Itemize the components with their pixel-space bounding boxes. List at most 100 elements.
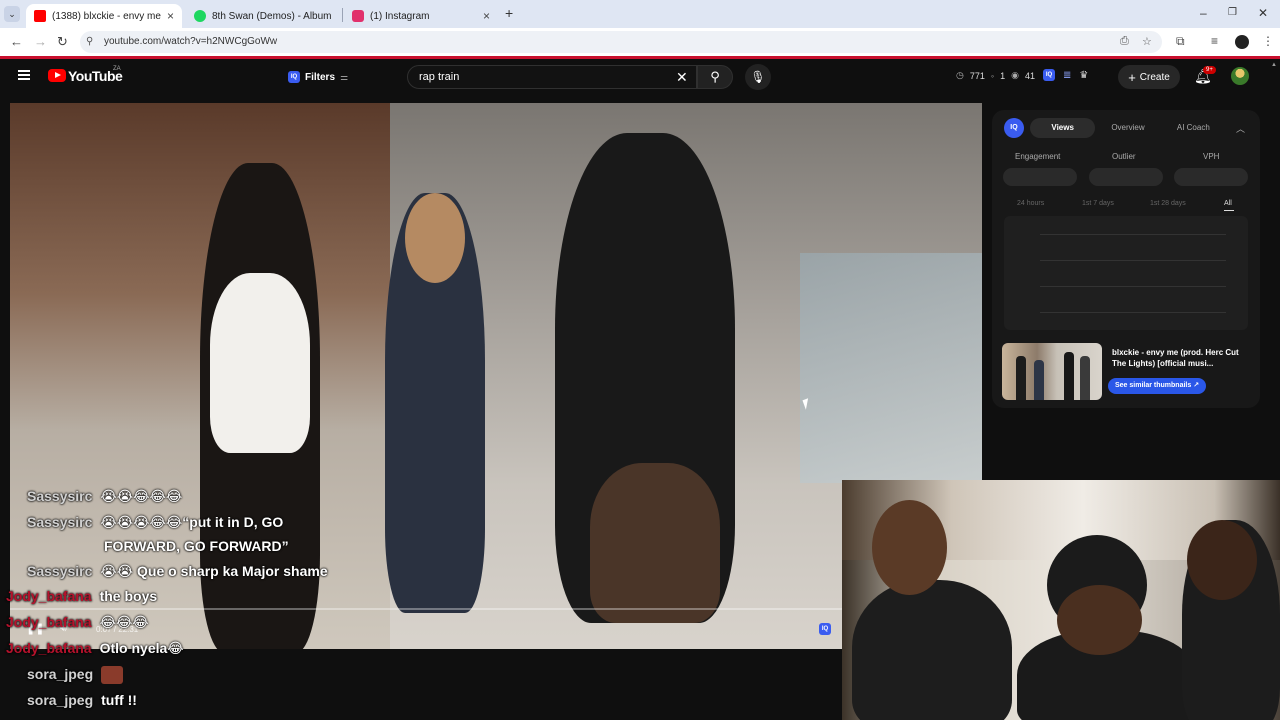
reload-icon[interactable]: ↻	[57, 34, 68, 50]
youtube-favicon-icon	[34, 10, 46, 22]
chat-sticker-emote	[101, 666, 124, 684]
create-button[interactable]: + Create	[1118, 65, 1180, 89]
range-all[interactable]: All	[1224, 200, 1232, 207]
chat-text: 😂😂😂	[99, 614, 149, 630]
notification-count-badge: 9+	[1203, 66, 1216, 74]
new-tab-button[interactable]: +	[505, 5, 513, 21]
metric-label-outlier: Outlier	[1112, 152, 1136, 161]
close-window-icon[interactable]: ✕	[1258, 6, 1268, 20]
thumbnail-person	[1016, 356, 1026, 400]
chat-username: Jody_bafana	[6, 614, 92, 630]
chat-text: FORWARD, GO FORWARD”	[104, 538, 289, 554]
clock-icon: ◷	[956, 70, 964, 80]
chat-message: Jody_bafana 😂😂😂	[6, 614, 149, 631]
iq-extension-icon[interactable]: IQ	[1043, 69, 1055, 81]
instagram-favicon-icon	[352, 10, 364, 22]
chat-text: 😭😭😂😂😂	[100, 488, 183, 504]
video-progress-bar[interactable]	[10, 608, 842, 610]
browser-tab-instagram[interactable]: (1) Instagram ×	[344, 4, 498, 28]
chat-username: Sassysirc	[27, 514, 93, 530]
metric-label-vph: VPH	[1203, 152, 1220, 161]
tab-search-icon[interactable]: ⌄	[4, 6, 20, 22]
trophy-icon[interactable]: ♛	[1079, 70, 1088, 81]
extension-icons: IQ ≣ ♛	[1043, 69, 1088, 81]
collapse-chevron-icon[interactable]: ︿	[1236, 122, 1245, 135]
thumbnail-person	[1064, 352, 1074, 400]
tab-overview[interactable]: Overview	[1095, 118, 1160, 138]
chat-message: sora_jpeg tuff !!	[27, 692, 137, 708]
create-label: Create	[1139, 71, 1170, 83]
site-info-icon[interactable]: ⚲	[86, 36, 93, 47]
url-text: youtube.com/watch?v=h2NWCgGoWw	[104, 36, 278, 47]
page-background	[0, 649, 842, 720]
chat-username: Sassysirc	[27, 488, 93, 504]
country-code: ZA	[113, 66, 121, 72]
tab-separator	[342, 8, 343, 22]
iq-player-icon[interactable]: IQ	[819, 623, 831, 635]
maximize-icon[interactable]: ❐	[1228, 7, 1237, 18]
filters-label: Filters	[305, 71, 336, 83]
profile-avatar-icon[interactable]	[1235, 35, 1249, 49]
iq-tabs: Views Overview AI Coach	[1030, 118, 1226, 138]
metric-label-engagement: Engagement	[1015, 152, 1061, 161]
chat-message: Sassysirc 😭😭😭😂😂“put it in D, GO	[27, 514, 283, 531]
forward-icon[interactable]: →	[34, 34, 47, 49]
thumbnail-video-title[interactable]: blxckie - envy me (prod. Herc Cut The Li…	[1112, 347, 1250, 369]
chat-text: Otlo nyela😂	[99, 640, 184, 656]
metric-outlier-value	[1089, 168, 1163, 186]
chart-gridline	[1040, 234, 1226, 235]
tab-title: 8th Swan (Demos) - Album by	[212, 10, 332, 22]
extensions-icon[interactable]: ⧉	[1176, 34, 1185, 49]
iq-logo-icon: IQ	[1004, 118, 1024, 138]
webcam-person-head	[872, 500, 947, 595]
spotify-favicon-icon	[194, 10, 206, 22]
filters-button[interactable]: IQ Filters ⚌	[288, 67, 348, 87]
range-24-hours[interactable]: 24 hours	[1017, 200, 1044, 207]
media-controls-icon[interactable]: ≡	[1211, 34, 1218, 48]
range-first-28-days[interactable]: 1st 28 days	[1150, 200, 1186, 207]
list-icon[interactable]: ≣	[1063, 70, 1071, 81]
chrome-menu-icon[interactable]: ⋮	[1262, 34, 1274, 48]
search-query: rap train	[419, 71, 460, 83]
chat-username: Jody_bafana	[6, 588, 92, 604]
chat-username: Jody_bafana	[6, 640, 92, 656]
scroll-up-arrow-icon[interactable]: ▲	[1271, 62, 1277, 68]
search-input[interactable]: rap train ✕	[407, 65, 697, 89]
video-thumbnail[interactable]	[1002, 343, 1102, 400]
bookmark-star-icon[interactable]: ☆	[1142, 35, 1152, 48]
close-tab-icon[interactable]: ×	[167, 9, 174, 23]
back-icon[interactable]: ←	[10, 34, 23, 49]
chat-message: sora_jpeg	[27, 666, 124, 684]
tab-views[interactable]: Views	[1030, 118, 1096, 138]
see-similar-thumbnails-button[interactable]: See similar thumbnails ↗	[1108, 378, 1207, 394]
tab-ai-coach[interactable]: AI Coach	[1161, 118, 1226, 138]
close-tab-icon[interactable]: ×	[483, 9, 490, 23]
browser-tab-spotify[interactable]: 8th Swan (Demos) - Album by	[186, 4, 340, 28]
metric-engagement-value	[1003, 168, 1077, 186]
webcam-person-head	[1187, 520, 1257, 600]
voice-search-button[interactable]: 🎙	[745, 64, 771, 90]
minimize-icon[interactable]: –	[1200, 6, 1207, 20]
youtube-masthead: YouTube ZA IQ Filters ⚌ rap train ✕ ⚲ 🎙 …	[0, 59, 1280, 95]
chart-gridline	[1040, 312, 1226, 313]
account-avatar[interactable]	[1231, 67, 1249, 85]
thumbnail-person	[1034, 360, 1044, 400]
comment-icon: ◦	[990, 70, 995, 81]
chat-message: Sassysirc 😭😭😂😂😂	[27, 488, 182, 505]
tab-title: (1388) blxckie - envy me (prod	[52, 10, 161, 22]
clear-search-icon[interactable]: ✕	[676, 69, 688, 86]
search-button[interactable]: ⚲	[697, 65, 733, 89]
stat-views: 771	[969, 70, 985, 81]
browser-tab-youtube[interactable]: (1388) blxckie - envy me (prod ×	[26, 4, 182, 28]
menu-icon[interactable]	[18, 70, 30, 80]
views-chart-placeholder	[1004, 216, 1248, 330]
video-frame-glass	[800, 253, 982, 483]
range-first-7-days[interactable]: 1st 7 days	[1082, 200, 1114, 207]
range-active-indicator	[1224, 210, 1234, 211]
thumbnail-person	[1080, 356, 1090, 400]
video-stats: ◷ 771 ◦ 1 ◉ 41	[956, 70, 1035, 81]
address-bar[interactable]: ⚲ youtube.com/watch?v=h2NWCgGoWw ⎙ ☆	[80, 31, 1162, 53]
youtube-logo-icon[interactable]	[48, 69, 66, 82]
chat-text: the boys	[99, 588, 158, 604]
install-app-icon[interactable]: ⎙	[1120, 35, 1129, 48]
